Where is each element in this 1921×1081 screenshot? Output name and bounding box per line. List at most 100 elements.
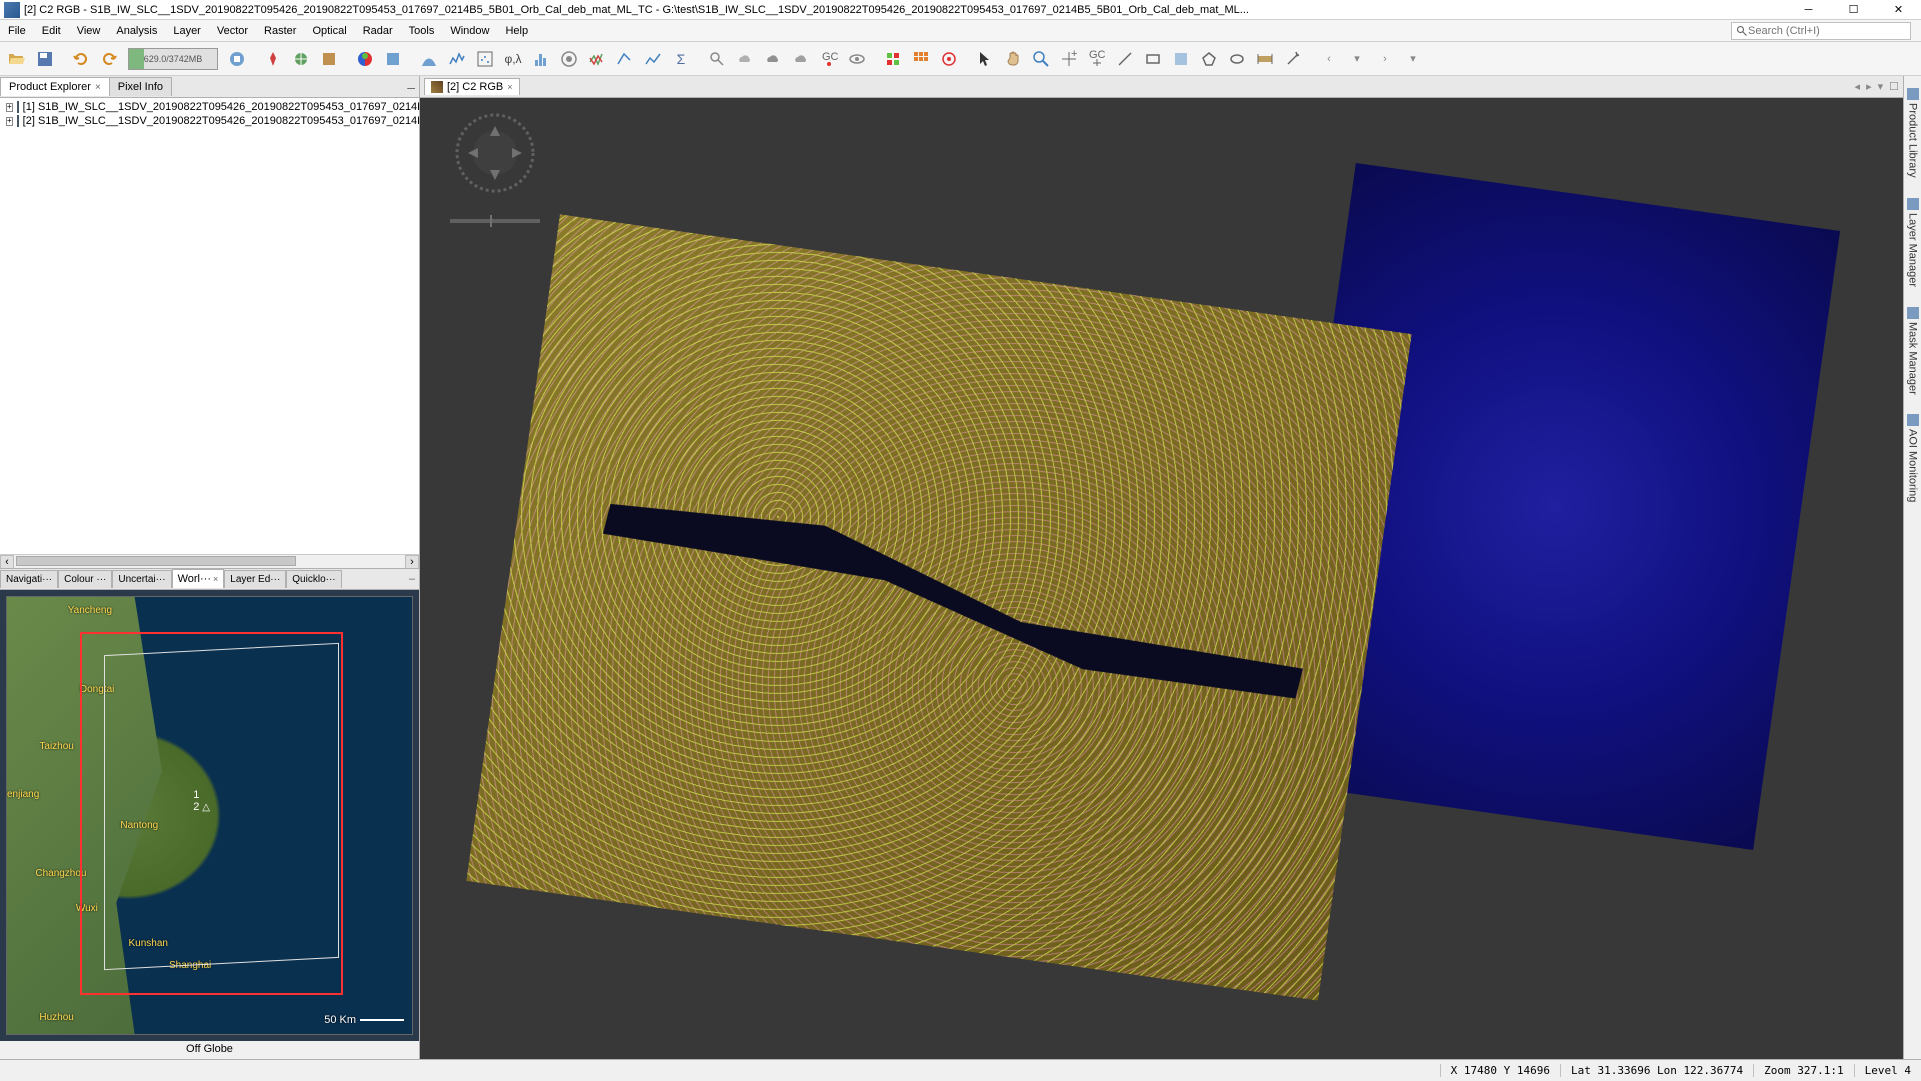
cloud3-button[interactable] (788, 46, 814, 72)
find-button[interactable] (704, 46, 730, 72)
draw-line-tool[interactable] (1112, 46, 1138, 72)
expand-icon[interactable]: + (6, 103, 13, 112)
tab-prev-icon[interactable]: ◂ (1855, 80, 1861, 93)
menu-help[interactable]: Help (497, 22, 536, 40)
cloud2-button[interactable] (760, 46, 786, 72)
range-tool[interactable] (1252, 46, 1278, 72)
gcp-crosshair-tool[interactable]: GCP (1084, 46, 1110, 72)
maximize-button[interactable]: ☐ (1831, 0, 1876, 20)
image-canvas[interactable] (420, 98, 1903, 1059)
open-button[interactable] (4, 46, 30, 72)
gcp-tool-button[interactable] (288, 46, 314, 72)
expand-icon[interactable]: + (6, 117, 13, 126)
draw-rect2-tool[interactable] (1168, 46, 1194, 72)
tab-quicklook[interactable]: Quicklo··· (286, 570, 341, 588)
pan-tool[interactable] (1000, 46, 1026, 72)
histogram-button[interactable] (528, 46, 554, 72)
tree-item[interactable]: + [1] S1B_IW_SLC__1SDV_20190822T095426_2… (2, 100, 417, 114)
derivative-button[interactable] (640, 46, 666, 72)
tab-uncertainty[interactable]: Uncertai··· (112, 570, 171, 588)
close-button[interactable]: ✕ (1876, 0, 1921, 20)
world-view-panel[interactable]: Yancheng Dongtai Taizhou enjiang Nantong… (0, 590, 419, 1042)
menu-file[interactable]: File (0, 22, 34, 40)
chevron-down-icon[interactable]: ▾ (1344, 46, 1370, 72)
minimize-button[interactable]: ─ (1786, 0, 1831, 20)
menu-window[interactable]: Window (442, 22, 497, 40)
tab-product-library[interactable]: Product Library (1905, 84, 1921, 182)
chevron-left-icon[interactable]: ‹ (1316, 46, 1342, 72)
phi-lambda-button[interactable]: φ,λ (500, 46, 526, 72)
tab-pixel-info[interactable]: Pixel Info (109, 77, 172, 96)
minimize-panel-button[interactable]: – (407, 79, 415, 95)
grid-orange-button[interactable] (908, 46, 934, 72)
undo-button[interactable] (68, 46, 94, 72)
scroll-thumb[interactable] (16, 556, 296, 566)
tab-product-explorer[interactable]: Product Explorer× (0, 77, 110, 96)
close-icon[interactable]: × (95, 82, 101, 93)
navigation-compass[interactable] (450, 108, 540, 228)
memory-indicator[interactable]: 629.0/3742MB (128, 48, 218, 70)
tab-dropdown-icon[interactable]: ▾ (1878, 80, 1884, 93)
chevron-down2-icon[interactable]: ▾ (1400, 46, 1426, 72)
stats-button[interactable] (584, 46, 610, 72)
menu-tools[interactable]: Tools (401, 22, 443, 40)
zoom-tool[interactable] (1028, 46, 1054, 72)
rgb-tool-button[interactable] (352, 46, 378, 72)
tab-layer-manager[interactable]: Layer Manager (1905, 194, 1921, 291)
tab-colour[interactable]: Colour ··· (58, 570, 112, 588)
menu-edit[interactable]: Edit (34, 22, 69, 40)
menu-raster[interactable]: Raster (256, 22, 304, 40)
minimize-panel-button[interactable]: – (409, 573, 415, 585)
tree-item[interactable]: + [2] S1B_IW_SLC__1SDV_20190822T095426_2… (2, 114, 417, 128)
save-button[interactable] (32, 46, 58, 72)
scatter-plot-button[interactable] (472, 46, 498, 72)
close-icon[interactable]: × (507, 82, 512, 92)
redo-button[interactable] (96, 46, 122, 72)
scroll-left-arrow[interactable]: ‹ (0, 555, 14, 569)
geo-tool-button[interactable] (380, 46, 406, 72)
tab-layer-editor[interactable]: Layer Ed··· (224, 570, 286, 588)
menu-vector[interactable]: Vector (209, 22, 256, 40)
draw-polygon-tool[interactable] (1196, 46, 1222, 72)
compass-slider[interactable] (450, 219, 540, 223)
tab-aoi-monitoring[interactable]: AOI Monitoring (1905, 410, 1921, 506)
aoi-icon (1907, 414, 1919, 426)
cloud-button[interactable] (732, 46, 758, 72)
search-input[interactable] (1748, 25, 1906, 37)
profile-plot-button[interactable] (416, 46, 442, 72)
crosshair-tool[interactable]: + (1056, 46, 1082, 72)
pin-tool-button[interactable] (260, 46, 286, 72)
menu-radar[interactable]: Radar (355, 22, 401, 40)
metadata-button[interactable] (556, 46, 582, 72)
close-icon[interactable]: × (213, 574, 218, 584)
line-plot-button[interactable] (612, 46, 638, 72)
menu-optical[interactable]: Optical (304, 22, 354, 40)
tab-world[interactable]: Worl··· × (172, 569, 225, 588)
image-tab[interactable]: [2] C2 RGB × (424, 78, 520, 95)
draw-rect-tool[interactable] (1140, 46, 1166, 72)
draw-ellipse-tool[interactable] (1224, 46, 1250, 72)
scroll-right-arrow[interactable]: › (405, 555, 419, 569)
menu-view[interactable]: View (69, 22, 109, 40)
tab-next-icon[interactable]: ▸ (1866, 80, 1872, 93)
product-icon (17, 101, 19, 113)
spectrum-plot-button[interactable] (444, 46, 470, 72)
horizontal-scrollbar[interactable]: ‹ › (0, 554, 419, 568)
tab-maximize-icon[interactable]: ☐ (1889, 80, 1899, 93)
chevron-right-icon[interactable]: › (1372, 46, 1398, 72)
mask-tool-button[interactable] (316, 46, 342, 72)
search-box[interactable] (1731, 22, 1911, 40)
stop-process-button[interactable] (224, 46, 250, 72)
magic-wand-tool[interactable] (1280, 46, 1306, 72)
grid-green-button[interactable] (880, 46, 906, 72)
eye-button[interactable] (844, 46, 870, 72)
product-tree[interactable]: + [1] S1B_IW_SLC__1SDV_20190822T095426_2… (0, 98, 419, 554)
sigma-button[interactable]: Σ (668, 46, 694, 72)
gcp-button[interactable]: GCP (816, 46, 842, 72)
pointer-tool[interactable] (972, 46, 998, 72)
menu-analysis[interactable]: Analysis (108, 22, 165, 40)
menu-layer[interactable]: Layer (165, 22, 209, 40)
tab-navigation[interactable]: Navigati··· (0, 570, 58, 588)
target-button[interactable] (936, 46, 962, 72)
tab-mask-manager[interactable]: Mask Manager (1905, 303, 1921, 399)
